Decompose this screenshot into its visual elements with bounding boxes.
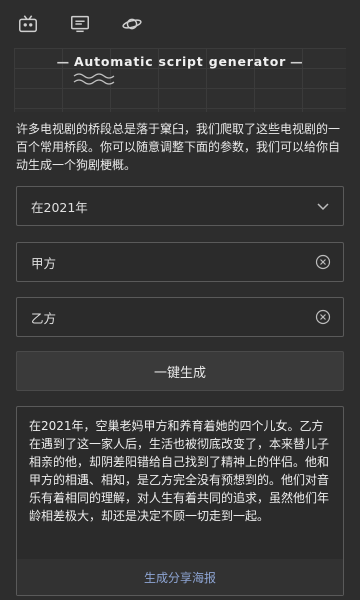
year-select[interactable]: 在2021年 bbox=[16, 186, 344, 226]
clear-party-b-icon[interactable] bbox=[315, 309, 331, 325]
chevron-down-icon[interactable] bbox=[315, 198, 331, 214]
party-b-value: 乙方 bbox=[31, 310, 57, 326]
top-navigation-bar bbox=[0, 0, 360, 48]
year-select-value: 在2021年 bbox=[31, 199, 88, 215]
planet-icon[interactable] bbox=[120, 12, 144, 36]
banner-dash-right: — bbox=[290, 54, 304, 69]
tv-icon[interactable] bbox=[16, 12, 40, 36]
description-text: 许多电视剧的桥段总是落于窠臼，我们爬取了这些电视剧的一百个常用桥段。你可以随意调… bbox=[16, 122, 341, 172]
share-poster-button[interactable]: 生成分享海报 bbox=[17, 559, 343, 595]
banner-title: — Automatic script generator — bbox=[14, 54, 346, 69]
clear-party-a-icon[interactable] bbox=[315, 254, 331, 270]
banner-dash-left: — bbox=[56, 54, 70, 69]
result-panel: 在2021年，空巢老妈甲方和养育着她的四个儿女。乙方在遇到了这一家人后，生活也被… bbox=[16, 406, 344, 596]
banner: — Automatic script generator — bbox=[14, 48, 346, 112]
generate-button[interactable]: 一键生成 bbox=[16, 351, 344, 391]
banner-title-text: Automatic script generator bbox=[73, 54, 287, 69]
party-b-input[interactable]: 乙方 bbox=[16, 297, 344, 337]
wave-decoration-icon bbox=[73, 73, 115, 85]
result-text: 在2021年，空巢老妈甲方和养育着她的四个儿女。乙方在遇到了这一家人后，生活也被… bbox=[29, 419, 330, 523]
party-a-value: 甲方 bbox=[31, 255, 57, 271]
party-a-input[interactable]: 甲方 bbox=[16, 242, 344, 282]
monitor-icon[interactable] bbox=[68, 12, 92, 36]
